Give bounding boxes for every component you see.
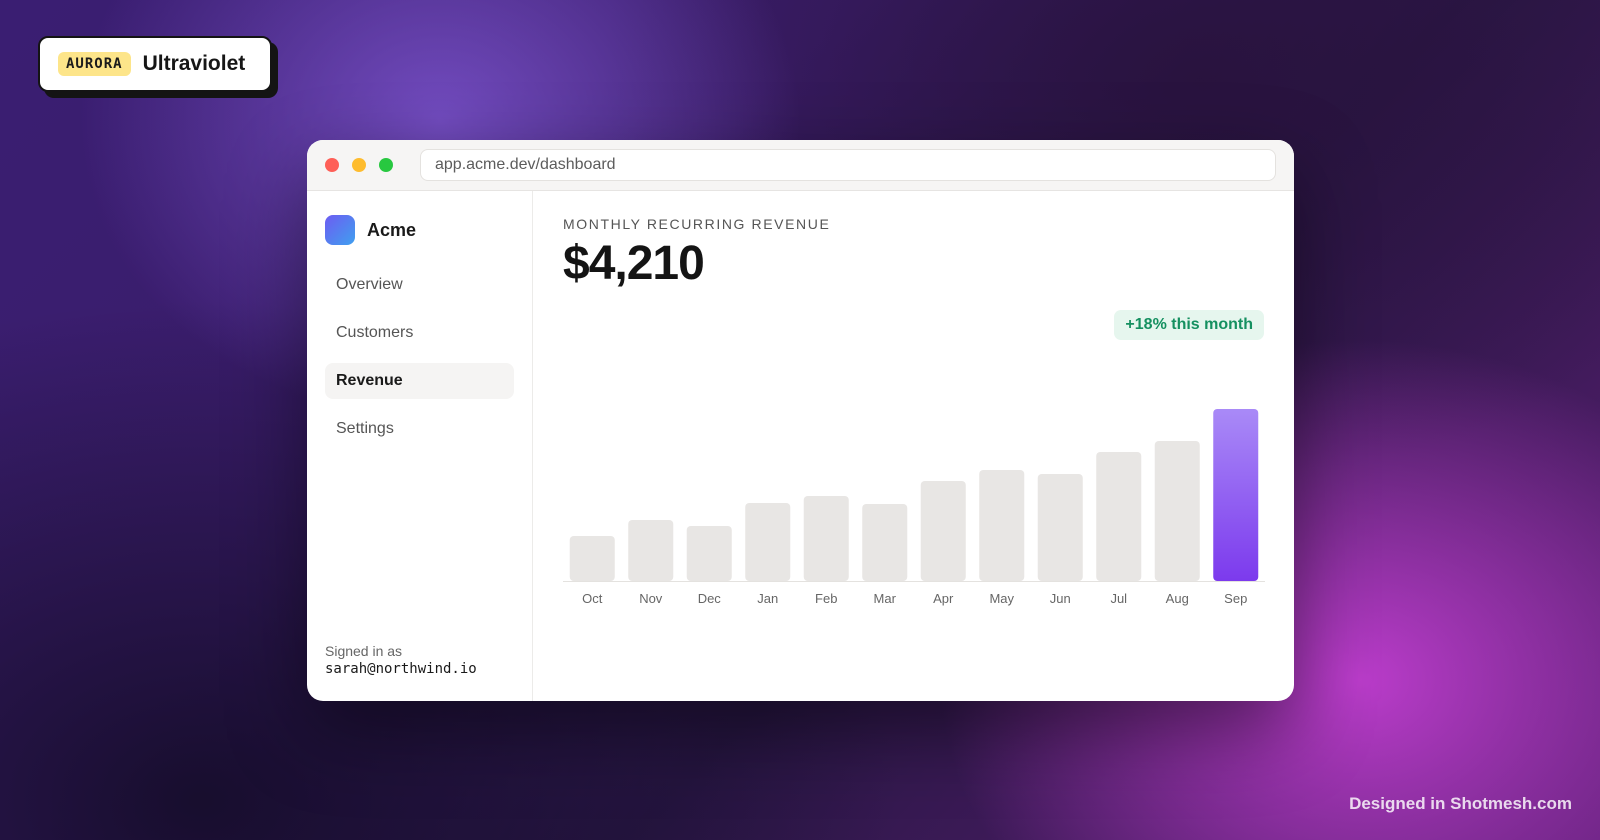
bar-jul[interactable] — [1096, 452, 1142, 581]
signed-in-label: Signed in as — [325, 643, 403, 659]
close-window-button[interactable] — [325, 158, 339, 172]
x-tick-label: Feb — [815, 591, 837, 606]
sidebar-item-settings[interactable]: Settings — [325, 411, 514, 447]
revenue-bar-chart: Oct Nov Dec Jan Feb Mar Apr May Jun Jul Aug Sep — [563, 409, 1265, 606]
x-tick-label: Jul — [1110, 591, 1127, 606]
sidebar-item-revenue[interactable]: Revenue — [325, 363, 514, 399]
kpi-value: $4,210 — [563, 237, 705, 290]
x-tick-label: Jun — [1050, 591, 1071, 606]
x-tick-label: Aug — [1166, 591, 1189, 606]
bar-aug[interactable] — [1154, 441, 1200, 581]
bar-sep[interactable] — [1213, 409, 1259, 581]
bar-mar[interactable] — [862, 504, 908, 581]
x-tick-label: Nov — [639, 591, 663, 606]
brand[interactable]: Acme — [325, 215, 514, 245]
acme-logo-icon — [325, 215, 355, 245]
theme-name: Ultraviolet — [142, 52, 246, 75]
x-tick-label: May — [989, 591, 1014, 606]
sidebar-item-overview[interactable]: Overview — [325, 267, 514, 303]
minimize-window-button[interactable] — [352, 158, 366, 172]
x-tick-label: Dec — [698, 591, 722, 606]
x-tick-label: Jan — [757, 591, 778, 606]
x-tick-label: Apr — [933, 591, 954, 606]
kpi-label: MONTHLY RECURRING REVENUE — [563, 216, 831, 232]
address-bar[interactable]: app.acme.dev/dashboard — [420, 149, 1276, 181]
bar-apr[interactable] — [920, 481, 966, 581]
bar-feb[interactable] — [803, 496, 849, 581]
sidebar: Acme Overview Customers Revenue Settings… — [307, 191, 533, 701]
sidebar-nav: Overview Customers Revenue Settings — [325, 267, 514, 447]
sidebar-item-customers[interactable]: Customers — [325, 315, 514, 351]
bar-jun[interactable] — [1037, 474, 1083, 581]
bar-jan[interactable] — [745, 503, 791, 581]
footer-credit: Designed in Shotmesh.com — [1349, 794, 1572, 813]
theme-badge: AURORA Ultraviolet — [38, 36, 272, 92]
x-tick-label: Mar — [874, 591, 897, 606]
bar-oct[interactable] — [569, 536, 615, 581]
app-content: Acme Overview Customers Revenue Settings… — [307, 191, 1294, 701]
browser-window: app.acme.dev/dashboard Acme Overview Cus… — [307, 140, 1294, 701]
x-tick-label: Sep — [1224, 591, 1247, 606]
x-tick-label: Oct — [582, 591, 603, 606]
signed-in-email: sarah@northwind.io — [325, 661, 477, 677]
title-bar: app.acme.dev/dashboard — [307, 140, 1294, 191]
signed-in-info: Signed in as sarah@northwind.io — [325, 643, 477, 677]
delta-badge: +18% this month — [1114, 310, 1264, 340]
main-panel: MONTHLY RECURRING REVENUE $4,210 +18% th… — [533, 191, 1294, 701]
bar-dec[interactable] — [686, 526, 732, 581]
bar-nov[interactable] — [628, 520, 674, 581]
bar-may[interactable] — [979, 470, 1025, 581]
brand-name: Acme — [367, 219, 417, 240]
theme-tag: AURORA — [58, 52, 131, 76]
maximize-window-button[interactable] — [379, 158, 393, 172]
